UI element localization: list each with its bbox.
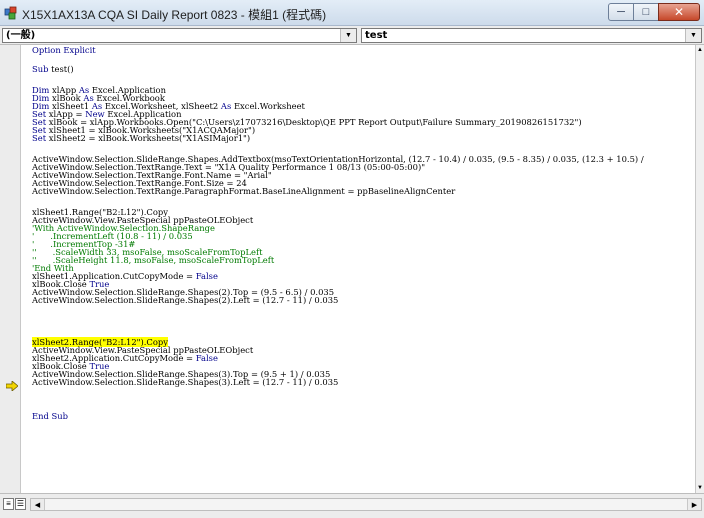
- object-dropdown-value: (一般): [6, 30, 36, 41]
- code-editor[interactable]: Option Explicit Sub test() Dim xlApp As Ex…: [27, 45, 695, 493]
- maximize-icon: □: [642, 5, 650, 18]
- maximize-button[interactable]: □: [633, 3, 659, 21]
- scroll-left-icon[interactable]: ◀: [31, 499, 45, 510]
- title-bar[interactable]: X15X1AX13A CQA SI Daily Report 0823 - 模組…: [0, 0, 704, 26]
- code-line[interactable]: End Sub: [32, 411, 68, 421]
- object-dropdown[interactable]: (一般) ▼: [2, 28, 357, 43]
- full-module-view-icon[interactable]: ☰: [15, 498, 26, 510]
- minimize-button[interactable]: ─: [608, 3, 634, 21]
- chevron-down-icon[interactable]: ▼: [685, 29, 701, 42]
- close-button[interactable]: ✕: [658, 3, 700, 21]
- chevron-down-icon[interactable]: ▼: [340, 29, 356, 42]
- code-line[interactable]: ActiveWindow.Selection.SlideRange.Shapes…: [32, 295, 338, 305]
- code-combo-bar: (一般) ▼ test ▼: [0, 26, 704, 45]
- vba-project-icon: [4, 6, 17, 20]
- scroll-right-icon[interactable]: ▶: [687, 499, 701, 510]
- minimize-icon: ─: [617, 5, 625, 18]
- code-line[interactable]: ActiveWindow.Selection.SlideRange.Shapes…: [32, 377, 338, 387]
- code-line[interactable]: ActiveWindow.Selection.TextRange.Paragra…: [32, 186, 455, 196]
- procedure-view-icon[interactable]: ≡: [3, 498, 14, 510]
- scroll-up-icon[interactable]: ▲: [696, 45, 704, 55]
- bottom-bar: ≡ ☰ ◀ ▶: [0, 493, 704, 518]
- close-icon: ✕: [673, 5, 685, 19]
- scroll-down-icon[interactable]: ▼: [696, 483, 704, 493]
- procedure-dropdown-value: test: [365, 30, 388, 41]
- window-title: X15X1AX13A CQA SI Daily Report 0823 - 模組…: [22, 8, 327, 22]
- procedure-dropdown[interactable]: test ▼: [361, 28, 702, 43]
- vertical-scrollbar[interactable]: ▲ ▼: [695, 45, 704, 493]
- code-line[interactable]: Sub test(): [32, 64, 74, 74]
- horizontal-scrollbar[interactable]: ◀ ▶: [30, 498, 702, 511]
- margin-indicator-bar[interactable]: [0, 45, 21, 493]
- code-line[interactable]: Option Explicit: [32, 45, 96, 55]
- execution-point-arrow-icon: [6, 381, 18, 391]
- code-line[interactable]: Set xlSheet2 = xlBook.Worksheets("X1ASIM…: [32, 133, 250, 143]
- window-controls: ─ □ ✕: [608, 3, 700, 22]
